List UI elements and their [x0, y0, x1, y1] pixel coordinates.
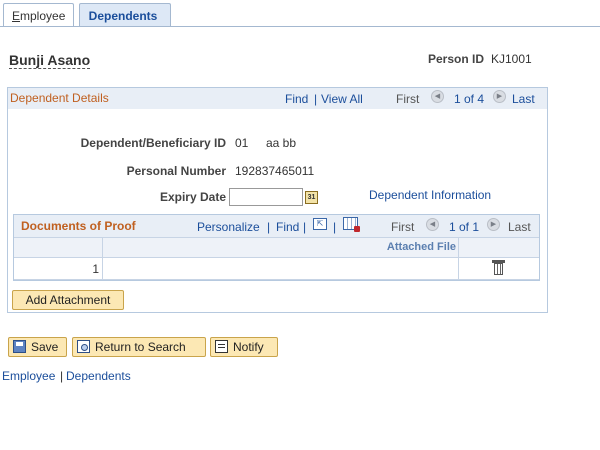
- grid-separator: |: [303, 220, 307, 234]
- tab-employee[interactable]: Employee: [3, 3, 74, 27]
- tab-divider: [0, 26, 600, 27]
- footer-dependents-link[interactable]: Dependents: [66, 369, 131, 383]
- row-divider: [14, 279, 539, 280]
- dependent-id-label: Dependent/Beneficiary ID: [80, 136, 226, 150]
- grid-separator: |: [333, 220, 337, 234]
- attached-file-column-header: Attached File: [386, 241, 456, 253]
- view-all-link[interactable]: View All: [321, 92, 363, 106]
- save-button[interactable]: Save: [8, 337, 67, 357]
- grid-find-link[interactable]: Find: [276, 220, 299, 234]
- delete-row-trash-icon[interactable]: [492, 260, 505, 275]
- tab-employee-label: mployee: [20, 9, 66, 23]
- person-name: Bunji Asano: [9, 52, 91, 69]
- add-attachment-button[interactable]: Add Attachment: [12, 290, 124, 310]
- expiry-date-input[interactable]: [229, 188, 303, 206]
- expiry-date-label: Expiry Date: [159, 190, 226, 204]
- grid-last-label: Last: [508, 220, 531, 234]
- page-tabs: Employee Dependents: [3, 3, 171, 27]
- calendar-icon[interactable]: 31: [305, 191, 318, 204]
- notify-button[interactable]: Notify: [210, 337, 278, 357]
- find-link[interactable]: Find: [285, 92, 308, 106]
- personalize-link[interactable]: Personalize: [197, 220, 260, 234]
- floppy-disk-icon: [13, 340, 26, 353]
- grid-separator: |: [267, 220, 271, 234]
- return-to-search-button[interactable]: Return to Search: [72, 337, 206, 357]
- save-label: Save: [31, 340, 59, 354]
- attached-file-cell: [104, 259, 457, 278]
- footer-separator: |: [60, 369, 64, 383]
- dependent-name-value: aa bb: [266, 136, 297, 150]
- notify-icon: [215, 340, 228, 353]
- table-row-number: 1: [92, 262, 99, 276]
- previous-arrow-icon[interactable]: ◀: [431, 90, 444, 103]
- dependent-details-title: Dependent Details: [10, 91, 109, 105]
- tab-dependents[interactable]: Dependents: [79, 3, 171, 27]
- tab-dependents-label: Dependents: [88, 9, 158, 23]
- return-to-search-label: Return to Search: [95, 340, 186, 354]
- grid-previous-arrow-icon[interactable]: ◀: [426, 218, 439, 231]
- dependent-id-value: 01: [235, 136, 249, 150]
- column-divider: [458, 237, 459, 280]
- personal-number-label: Personal Number: [126, 164, 226, 178]
- person-id-value: KJ1001: [491, 52, 532, 66]
- personal-number-value: 192837465011: [235, 164, 315, 178]
- last-link[interactable]: Last: [512, 92, 535, 106]
- download-excel-icon[interactable]: [343, 217, 360, 232]
- tab-employee-accesskey: E: [12, 9, 21, 23]
- grid-column-header-row: [14, 237, 539, 258]
- row-range: 1 of 4: [454, 92, 485, 106]
- grid-row-range: 1 of 1: [449, 220, 480, 234]
- grid-next-arrow-icon[interactable]: ▶: [487, 218, 500, 231]
- footer-employee-link[interactable]: Employee: [2, 369, 55, 383]
- grid-first-label: First: [391, 220, 415, 234]
- notify-label: Notify: [233, 340, 264, 354]
- person-id-label: Person ID: [428, 52, 485, 66]
- first-label: First: [396, 92, 420, 106]
- column-divider: [102, 237, 103, 280]
- search-page-icon: [77, 340, 90, 353]
- documents-of-proof-title: Documents of Proof: [21, 219, 136, 233]
- nav-separator: |: [314, 92, 318, 106]
- view-all-zoom-icon[interactable]: ⇱: [313, 218, 327, 230]
- next-arrow-icon[interactable]: ▶: [493, 90, 506, 103]
- dependent-information-link[interactable]: Dependent Information: [369, 188, 491, 202]
